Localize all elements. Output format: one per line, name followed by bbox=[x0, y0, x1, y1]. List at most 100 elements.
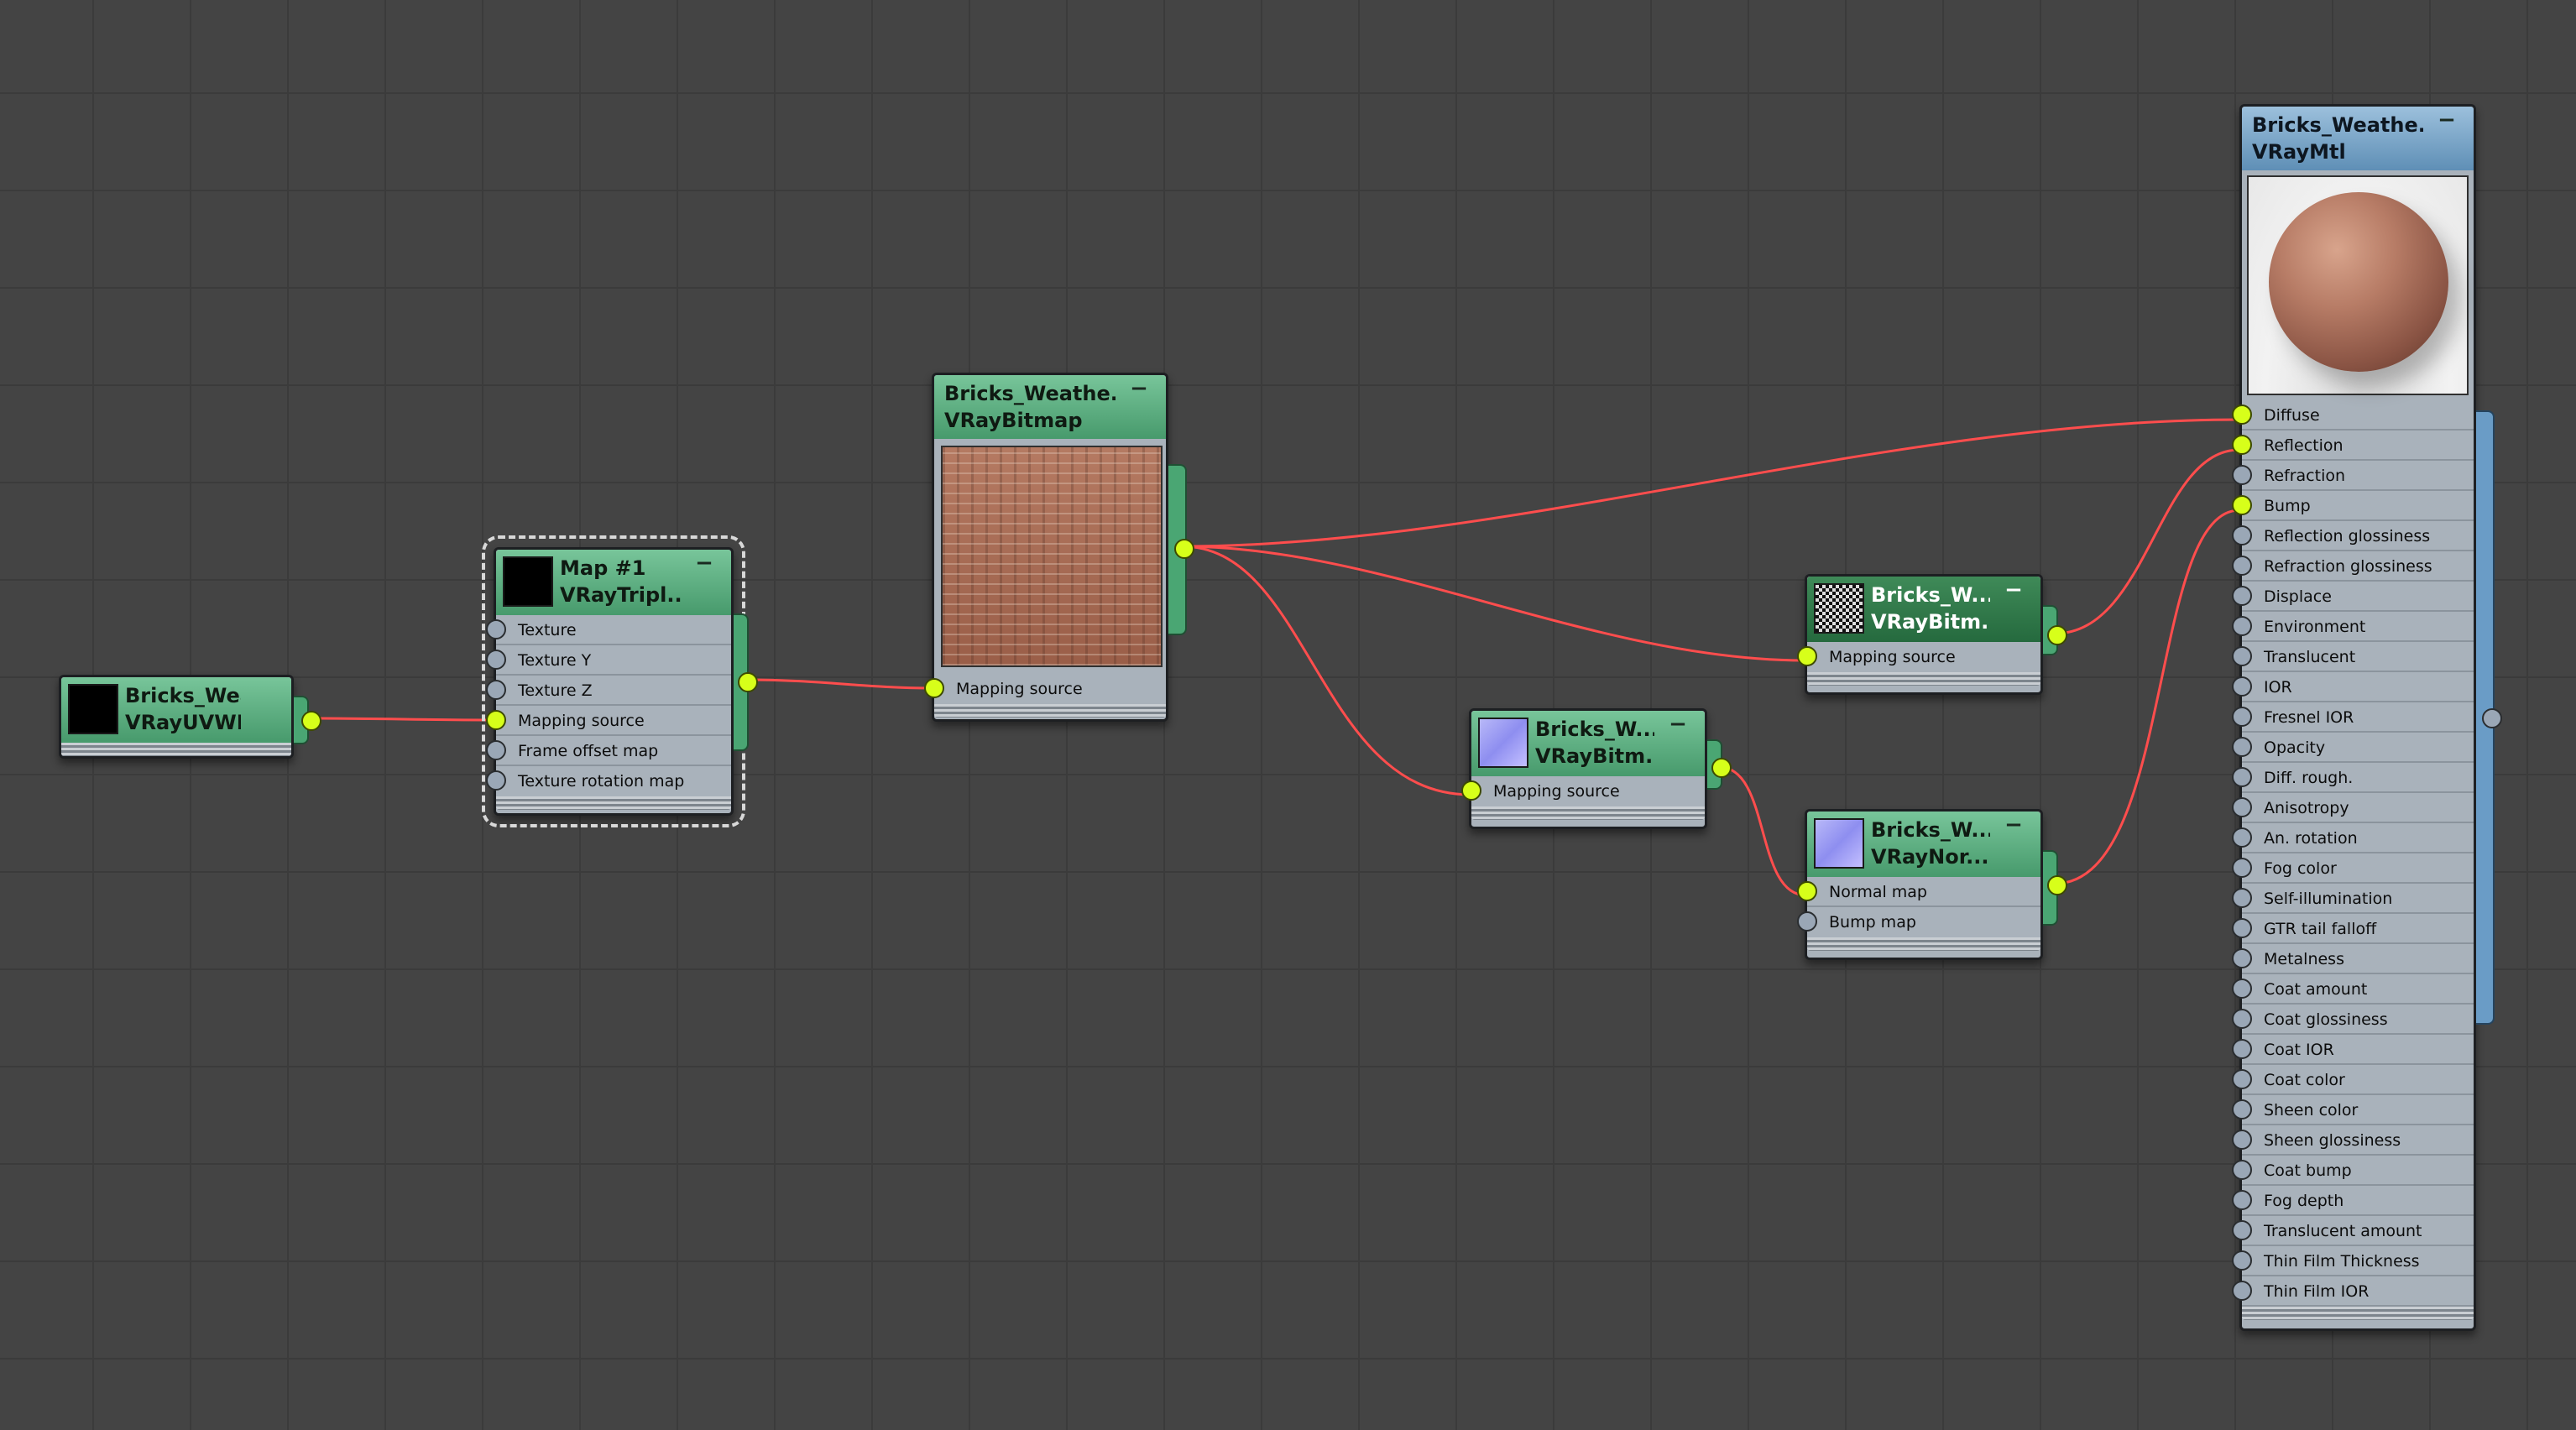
slot-texture-y[interactable]: Texture Y bbox=[486, 645, 731, 676]
slot-reflection-glossiness[interactable]: Reflection glossiness bbox=[2232, 521, 2474, 551]
input-port[interactable] bbox=[2232, 465, 2252, 485]
input-port[interactable] bbox=[2232, 737, 2252, 757]
slot-mapping-source[interactable]: Mapping source bbox=[1797, 642, 2040, 672]
node-resize-grip[interactable] bbox=[1471, 806, 1705, 820]
slot-self-illumination[interactable]: Self-illumination bbox=[2232, 884, 2474, 914]
slot-thin-film-thickness[interactable]: Thin Film Thickness bbox=[2232, 1246, 2474, 1276]
slot-refraction[interactable]: Refraction bbox=[2232, 461, 2474, 491]
input-port[interactable] bbox=[2232, 767, 2252, 787]
slot-opacity[interactable]: Opacity bbox=[2232, 733, 2474, 763]
output-port[interactable] bbox=[2482, 708, 2502, 728]
slot-metalness[interactable]: Metalness bbox=[2232, 944, 2474, 974]
input-port[interactable] bbox=[2232, 797, 2252, 817]
minimize-button[interactable]: − bbox=[689, 552, 719, 577]
slot-coat-amount[interactable]: Coat amount bbox=[2232, 974, 2474, 1005]
slot-coat-color[interactable]: Coat color bbox=[2232, 1065, 2474, 1095]
slot-bump-map[interactable]: Bump map bbox=[1797, 907, 2040, 937]
input-port[interactable] bbox=[2232, 948, 2252, 968]
input-port[interactable] bbox=[1797, 646, 1817, 666]
input-port[interactable] bbox=[2232, 586, 2252, 606]
input-port[interactable] bbox=[486, 619, 506, 639]
input-port[interactable] bbox=[486, 740, 506, 760]
node-vray-material[interactable]: Bricks_Weathe... VRayMtl − Diffuse Reflec… bbox=[2232, 104, 2502, 1331]
slot-sheen-color[interactable]: Sheen color bbox=[2232, 1095, 2474, 1125]
node-resize-grip[interactable] bbox=[496, 796, 731, 810]
minimize-button[interactable]: − bbox=[1999, 814, 2029, 838]
input-port[interactable] bbox=[1797, 881, 1817, 901]
node-resize-grip[interactable] bbox=[2242, 1307, 2474, 1320]
node-vray-bitmap-reflection[interactable]: Bricks_W... VRayBitm... − Mapping source bbox=[1797, 574, 2067, 695]
input-port[interactable] bbox=[2232, 827, 2252, 848]
input-port[interactable] bbox=[2232, 1160, 2252, 1180]
input-port[interactable] bbox=[2232, 979, 2252, 999]
minimize-button[interactable]: − bbox=[1999, 579, 2029, 603]
input-port[interactable] bbox=[2232, 918, 2252, 938]
input-port[interactable] bbox=[2232, 646, 2252, 666]
input-port[interactable] bbox=[2232, 888, 2252, 908]
slot-translucent-amount[interactable]: Translucent amount bbox=[2232, 1216, 2474, 1246]
output-port[interactable] bbox=[1174, 539, 1194, 559]
input-port[interactable] bbox=[2232, 707, 2252, 727]
slot-mapping-source[interactable]: Mapping source bbox=[1461, 776, 1705, 806]
input-port[interactable] bbox=[2232, 1250, 2252, 1271]
node-vray-uvw-randomizer[interactable]: Bricks_Weat... VRayUVWRa... bbox=[59, 675, 321, 759]
slot-mapping-source[interactable]: Mapping source bbox=[924, 674, 1166, 704]
input-port[interactable] bbox=[1461, 780, 1481, 801]
minimize-button[interactable]: − bbox=[1124, 378, 1154, 402]
output-port[interactable] bbox=[301, 711, 321, 731]
node-resize-grip[interactable] bbox=[934, 704, 1166, 718]
input-port[interactable] bbox=[2232, 1130, 2252, 1150]
input-port[interactable] bbox=[2232, 1190, 2252, 1210]
input-port[interactable] bbox=[2232, 435, 2252, 455]
slot-sheen-glossiness[interactable]: Sheen glossiness bbox=[2232, 1125, 2474, 1156]
input-port[interactable] bbox=[2232, 1220, 2252, 1240]
slot-mapping-source[interactable]: Mapping source bbox=[486, 706, 731, 736]
input-port[interactable] bbox=[486, 650, 506, 670]
slot-coat-ior[interactable]: Coat IOR bbox=[2232, 1035, 2474, 1065]
minimize-button[interactable]: − bbox=[1663, 713, 1693, 738]
slot-diff-rough[interactable]: Diff. rough. bbox=[2232, 763, 2474, 793]
slot-texture-rotation-map[interactable]: Texture rotation map bbox=[486, 766, 731, 796]
slot-thin-film-ior[interactable]: Thin Film IOR bbox=[2232, 1276, 2474, 1307]
slot-fresnel-ior[interactable]: Fresnel IOR bbox=[2232, 702, 2474, 733]
slot-normal-map[interactable]: Normal map bbox=[1797, 877, 2040, 907]
input-port[interactable] bbox=[2232, 1009, 2252, 1029]
input-port[interactable] bbox=[924, 678, 944, 698]
node-vray-triplanar[interactable]: Map #1 VRayTripl... − Texture Texture Y … bbox=[482, 535, 758, 827]
input-port[interactable] bbox=[2232, 676, 2252, 697]
node-vray-normal-map[interactable]: Bricks_W... VRayNor... − Normal map Bump… bbox=[1797, 809, 2067, 960]
input-port[interactable] bbox=[486, 680, 506, 700]
slot-an-rotation[interactable]: An. rotation bbox=[2232, 823, 2474, 853]
slot-texture[interactable]: Texture bbox=[486, 615, 731, 645]
output-port[interactable] bbox=[1711, 758, 1732, 778]
output-port[interactable] bbox=[2047, 875, 2067, 895]
output-port[interactable] bbox=[738, 672, 758, 692]
slot-coat-bump[interactable]: Coat bump bbox=[2232, 1156, 2474, 1186]
input-port[interactable] bbox=[486, 770, 506, 791]
slot-translucent[interactable]: Translucent bbox=[2232, 642, 2474, 672]
input-port[interactable] bbox=[1797, 911, 1817, 932]
input-port[interactable] bbox=[2232, 556, 2252, 576]
slot-bump[interactable]: Bump bbox=[2232, 491, 2474, 521]
input-port[interactable] bbox=[2232, 1069, 2252, 1089]
slot-displace[interactable]: Displace bbox=[2232, 582, 2474, 612]
slot-anisotropy[interactable]: Anisotropy bbox=[2232, 793, 2474, 823]
input-port[interactable] bbox=[2232, 1039, 2252, 1059]
input-port[interactable] bbox=[2232, 1281, 2252, 1301]
node-resize-grip[interactable] bbox=[61, 743, 291, 756]
input-port[interactable] bbox=[2232, 404, 2252, 425]
slot-diffuse[interactable]: Diffuse bbox=[2232, 400, 2474, 431]
slot-fog-color[interactable]: Fog color bbox=[2232, 853, 2474, 884]
input-port[interactable] bbox=[2232, 616, 2252, 636]
input-port[interactable] bbox=[2232, 495, 2252, 515]
slot-frame-offset-map[interactable]: Frame offset map bbox=[486, 736, 731, 766]
input-port[interactable] bbox=[2232, 525, 2252, 545]
node-vray-bitmap-normal[interactable]: Bricks_W... VRayBitm... − Mapping source bbox=[1461, 708, 1732, 829]
node-resize-grip[interactable] bbox=[1807, 672, 2040, 686]
slot-reflection[interactable]: Reflection bbox=[2232, 431, 2474, 461]
input-port[interactable] bbox=[2232, 1099, 2252, 1119]
minimize-button[interactable]: − bbox=[2432, 109, 2462, 133]
slot-environment[interactable]: Environment bbox=[2232, 612, 2474, 642]
input-port[interactable] bbox=[486, 710, 506, 730]
node-resize-grip[interactable] bbox=[1807, 937, 2040, 951]
